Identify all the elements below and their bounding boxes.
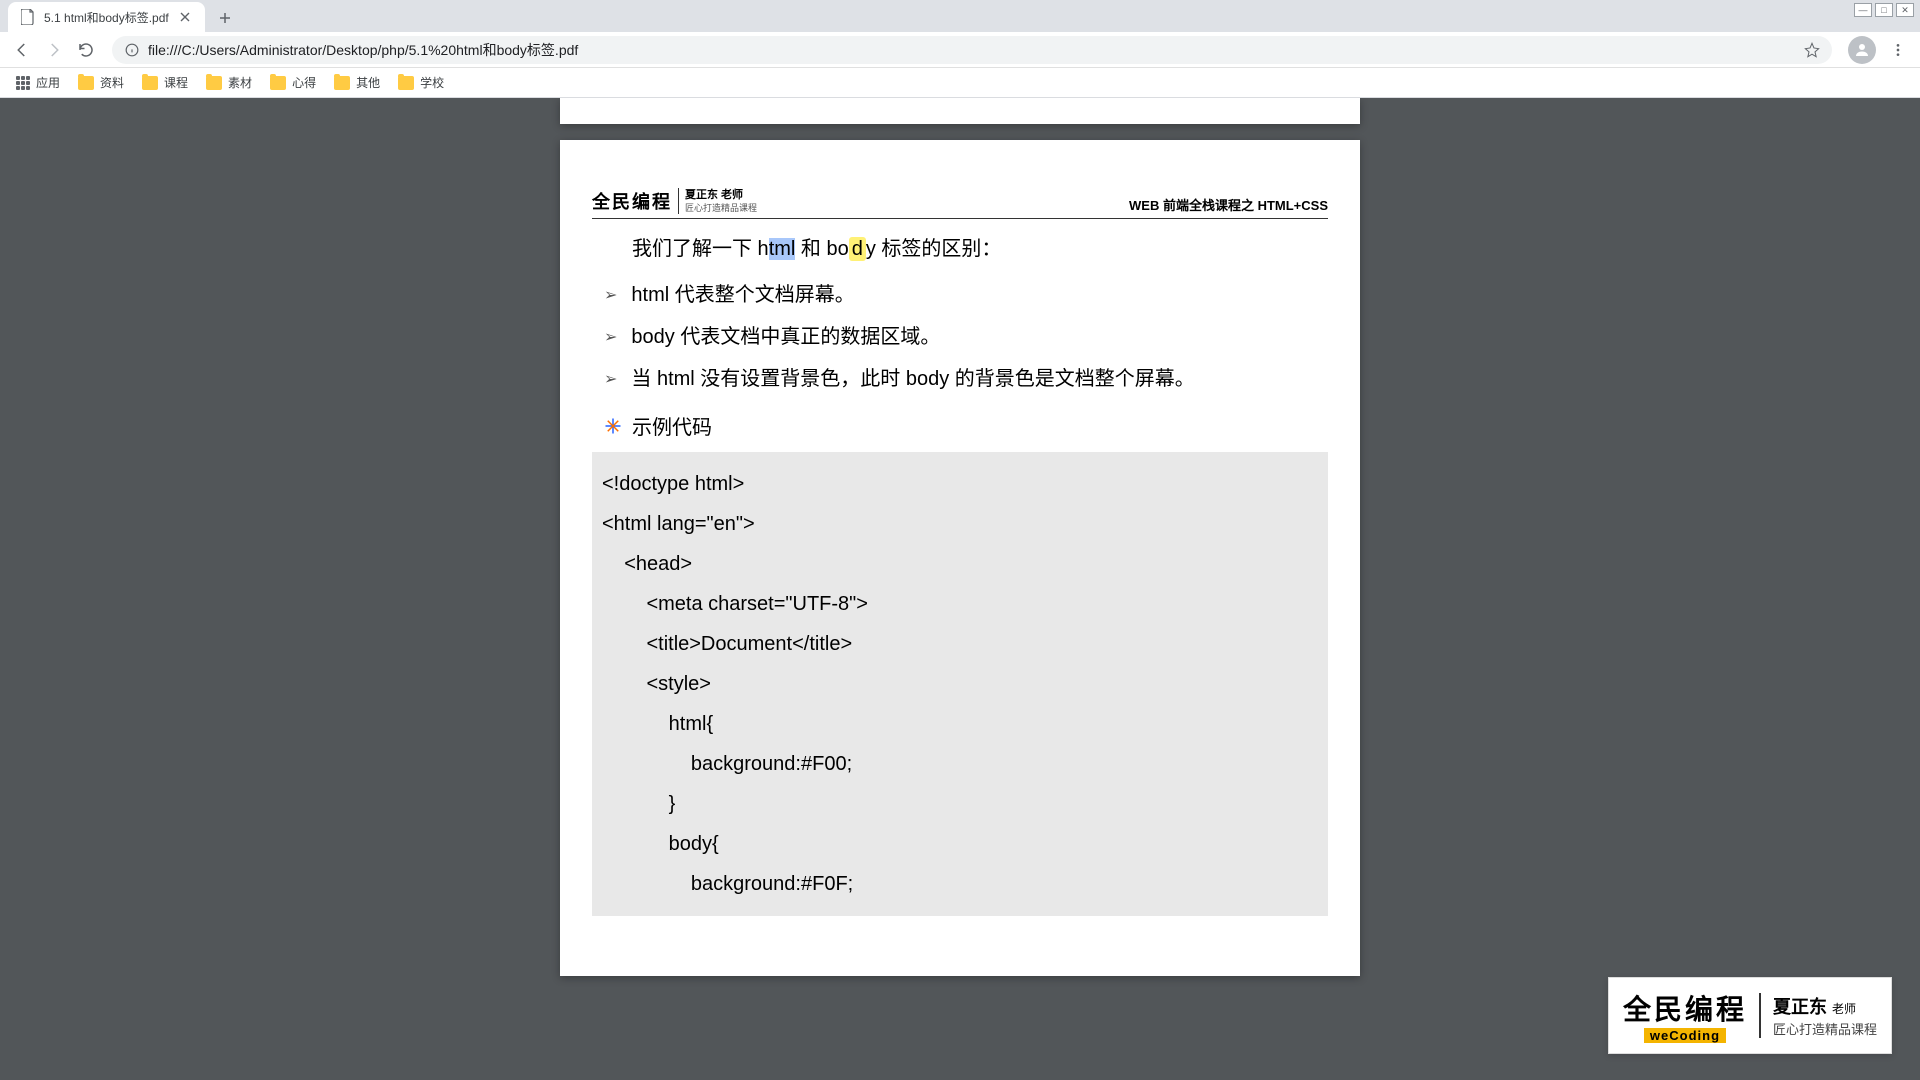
apps-button[interactable]: 应用 (8, 70, 68, 95)
folder-icon (142, 76, 158, 90)
intro-text: 我们了解一下 html 和 body 标签的区别： (632, 233, 1328, 265)
code-line: html{ (602, 704, 1318, 744)
doc-header: 全民编程 夏正东 老师 匠心打造精品课程 WEB 前端全栈课程之 HTML+CS… (592, 188, 1328, 219)
example-icon (604, 417, 622, 435)
watermark-overlay: 全民编程 weCoding 夏正东 老师 匠心打造精品课程 (1608, 977, 1892, 1054)
code-block: <!doctype html> <html lang="en"> <head> … (592, 452, 1328, 916)
bookmark-folder[interactable]: 学校 (390, 70, 452, 95)
chevron-right-icon: ➢ (604, 367, 617, 393)
browser-window: 5.1 html和body标签.pdf — □ ✕ file:///C (0, 0, 1920, 1080)
header-course: WEB 前端全栈课程之 HTML+CSS (1129, 195, 1328, 214)
example-heading: 示例代码 (604, 411, 1328, 440)
watermark-author: 夏正东 老师 匠心打造精品课程 (1759, 993, 1877, 1038)
bookmark-folder[interactable]: 资料 (70, 70, 132, 95)
bookmark-folder[interactable]: 其他 (326, 70, 388, 95)
apps-label: 应用 (36, 74, 60, 91)
chevron-right-icon: ➢ (604, 283, 617, 309)
example-label: 示例代码 (632, 411, 712, 440)
text-selection: tml (769, 238, 796, 260)
apps-icon (16, 76, 30, 90)
code-line: <html lang="en"> (602, 504, 1318, 544)
pdf-page: 全民编程 夏正东 老师 匠心打造精品课程 WEB 前端全栈课程之 HTML+CS… (560, 140, 1360, 976)
brand-logo: 全民编程 夏正东 老师 匠心打造精品课程 (592, 188, 757, 214)
folder-icon (270, 76, 286, 90)
reload-button[interactable] (72, 36, 100, 64)
close-window-button[interactable]: ✕ (1896, 3, 1914, 17)
bookmarks-bar: 应用 资料 课程 素材 心得 其他 学校 (0, 68, 1920, 98)
code-line: <!doctype html> (602, 464, 1318, 504)
forward-button[interactable] (40, 36, 68, 64)
toolbar: file:///C:/Users/Administrator/Desktop/p… (0, 32, 1920, 68)
close-icon[interactable] (177, 9, 193, 25)
code-line: background:#F00; (602, 744, 1318, 784)
maximize-button[interactable]: □ (1875, 3, 1893, 17)
brand-name: 全民编程 (592, 188, 672, 214)
star-icon[interactable] (1804, 42, 1820, 58)
folder-icon (398, 76, 414, 90)
info-icon[interactable] (124, 42, 140, 58)
tab-strip: 5.1 html和body标签.pdf — □ ✕ (0, 0, 1920, 32)
code-line: <title>Document</title> (602, 624, 1318, 664)
folder-icon (334, 76, 350, 90)
bookmark-folder[interactable]: 心得 (262, 70, 324, 95)
list-item: ➢html 代表整个文档屏幕。 (604, 279, 1328, 311)
tab-title: 5.1 html和body标签.pdf (44, 9, 169, 26)
new-tab-button[interactable] (211, 4, 239, 32)
folder-icon (206, 76, 222, 90)
code-line: <style> (602, 664, 1318, 704)
url-text: file:///C:/Users/Administrator/Desktop/p… (148, 40, 1796, 60)
code-line: } (602, 784, 1318, 824)
code-line: <head> (602, 544, 1318, 584)
back-button[interactable] (8, 36, 36, 64)
brand-sub: 夏正东 老师 匠心打造精品课程 (678, 188, 757, 214)
chevron-right-icon: ➢ (604, 325, 617, 351)
pdf-viewport: 全民编程 夏正东 老师 匠心打造精品课程 WEB 前端全栈课程之 HTML+CS… (0, 98, 1920, 1080)
code-line: background:#F0F; (602, 864, 1318, 904)
highlight-cursor: d (849, 237, 866, 261)
minimize-button[interactable]: — (1854, 3, 1872, 17)
pdf-page-previous (560, 98, 1360, 124)
pdf-scroll-area[interactable]: 全民编程 夏正东 老师 匠心打造精品课程 WEB 前端全栈课程之 HTML+CS… (0, 98, 1920, 1080)
list-item: ➢当 html 没有设置背景色，此时 body 的背景色是文档整个屏幕。 (604, 363, 1328, 395)
profile-button[interactable] (1848, 36, 1876, 64)
browser-tab[interactable]: 5.1 html和body标签.pdf (8, 2, 205, 32)
bookmark-folder[interactable]: 课程 (134, 70, 196, 95)
menu-button[interactable] (1884, 36, 1912, 64)
address-bar[interactable]: file:///C:/Users/Administrator/Desktop/p… (112, 36, 1832, 64)
bookmark-folder[interactable]: 素材 (198, 70, 260, 95)
folder-icon (78, 76, 94, 90)
code-line: <meta charset="UTF-8"> (602, 584, 1318, 624)
bullet-list: ➢html 代表整个文档屏幕。 ➢body 代表文档中真正的数据区域。 ➢当 h… (604, 279, 1328, 395)
watermark-brand: 全民编程 weCoding (1623, 988, 1747, 1043)
list-item: ➢body 代表文档中真正的数据区域。 (604, 321, 1328, 353)
file-icon (20, 9, 36, 25)
code-line: body{ (602, 824, 1318, 864)
window-controls: — □ ✕ (1848, 0, 1920, 20)
